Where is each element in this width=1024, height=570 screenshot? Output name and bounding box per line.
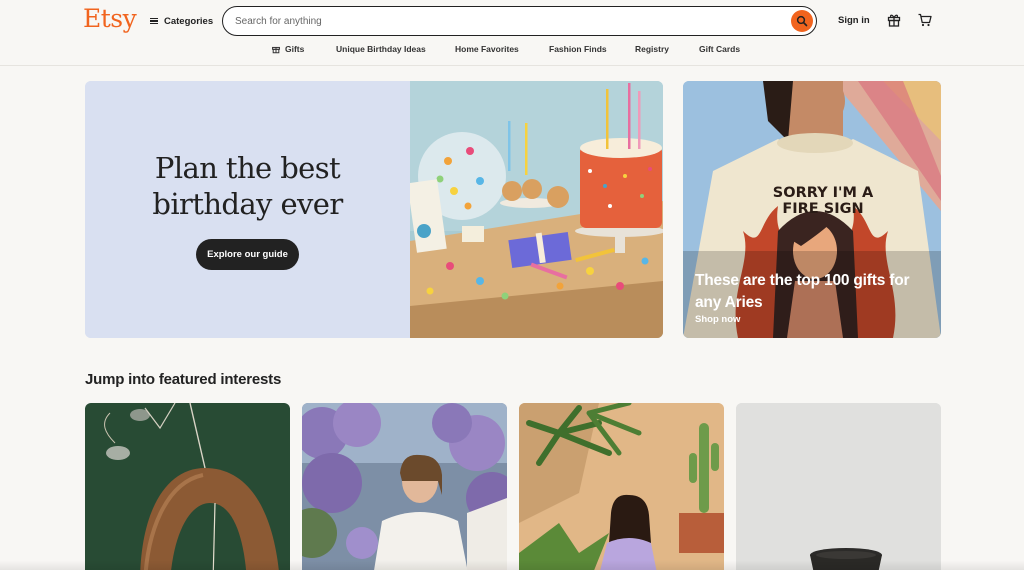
search-icon: [796, 15, 808, 27]
category-nav: Gifts Unique Birthday Ideas Home Favorit…: [0, 44, 1024, 58]
nav-item-label: Gifts: [285, 44, 305, 54]
ceramic-bowl-image: [736, 403, 941, 570]
birthday-party-image: [410, 81, 663, 338]
interest-card-lilac[interactable]: [302, 403, 507, 570]
sign-in-link[interactable]: Sign in: [838, 15, 870, 26]
hero-title-line-1: Plan the best: [154, 151, 341, 185]
shirt-text-line-2: FIRE SIGN: [782, 201, 863, 217]
hero-title: Plan the best birthday ever: [85, 150, 410, 222]
shirt-text-line-1: SORRY I'M A: [773, 185, 874, 201]
site-header: Etsy Categories Sign in: [0, 0, 1024, 66]
shop-now-link[interactable]: Shop now: [695, 314, 740, 325]
explore-guide-button[interactable]: Explore our guide: [196, 239, 299, 270]
nav-item-unique-birthday-ideas[interactable]: Unique Birthday Ideas: [336, 44, 426, 54]
gift-icon[interactable]: [886, 12, 902, 28]
categories-button[interactable]: Categories: [150, 13, 213, 29]
nav-item-home-favorites[interactable]: Home Favorites: [455, 44, 519, 54]
search-bar: [222, 6, 817, 36]
search-button[interactable]: [791, 10, 813, 32]
interest-card-garden[interactable]: [519, 403, 724, 570]
interest-card-ceramics[interactable]: [736, 403, 941, 570]
hero-title-line-2: birthday ever: [152, 187, 343, 221]
aries-gifts-promo[interactable]: SORRY I'M A FIRE SIGN These are the top …: [683, 81, 941, 338]
nav-item-gift-cards[interactable]: Gift Cards: [699, 44, 740, 54]
gift-icon: [272, 46, 280, 54]
woman-in-garden-image: [519, 403, 724, 570]
interest-card-vase[interactable]: [85, 403, 290, 570]
search-input[interactable]: [235, 13, 775, 29]
cart-icon[interactable]: [917, 12, 933, 28]
etsy-logo[interactable]: Etsy: [83, 4, 137, 33]
scroll-shadow: [0, 560, 1024, 570]
woman-with-lilacs-image: [302, 403, 507, 570]
menu-icon: [150, 17, 158, 25]
featured-interests-title: Jump into featured interests: [85, 371, 282, 388]
nav-item-fashion-finds[interactable]: Fashion Finds: [549, 44, 607, 54]
aries-promo-title: These are the top 100 gifts for any Arie…: [695, 272, 910, 311]
hero-text-panel: Plan the best birthday ever Explore our …: [85, 81, 410, 338]
nav-item-gifts[interactable]: Gifts: [271, 44, 304, 54]
hero-banner: Plan the best birthday ever Explore our …: [85, 81, 663, 338]
categories-label: Categories: [164, 15, 214, 27]
nav-item-registry[interactable]: Registry: [635, 44, 669, 54]
wooden-vase-image: [85, 403, 290, 570]
